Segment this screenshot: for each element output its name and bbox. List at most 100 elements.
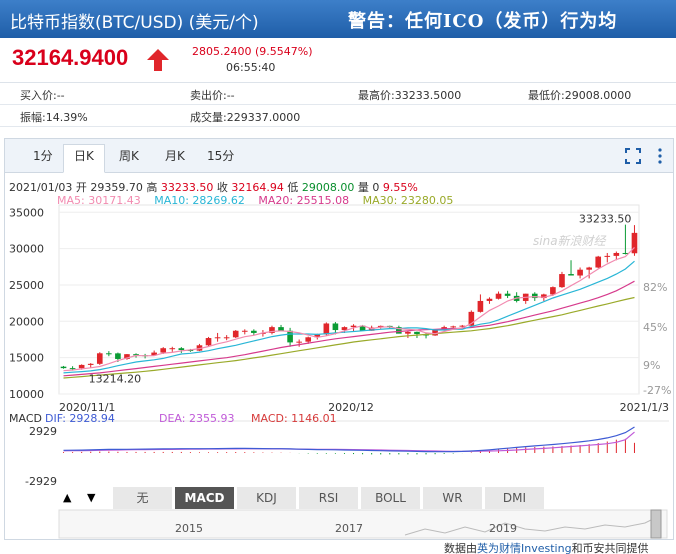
max-price-label: 33233.50 xyxy=(579,213,632,226)
sell-price: 卖出价:-- xyxy=(190,89,235,102)
pct-tick-label: 82% xyxy=(643,281,667,294)
high-price: 最高价:33233.5000 xyxy=(358,89,462,102)
candle-body xyxy=(414,331,420,335)
candle xyxy=(595,255,602,269)
candle xyxy=(504,290,511,299)
macd-label: MACD xyxy=(9,412,42,425)
candle xyxy=(269,325,275,335)
next-button[interactable]: ▼ xyxy=(87,491,95,504)
candle-body xyxy=(241,330,248,332)
candle xyxy=(87,363,94,368)
candle-body xyxy=(287,330,293,343)
candle xyxy=(278,324,284,331)
nav-year: 2015 xyxy=(175,522,203,535)
instrument-title: 比特币指数(BTC/USD) (美元/个) xyxy=(10,13,259,33)
candle-body xyxy=(305,337,312,342)
stats-table: 买入价:-- 卖出价:-- 最高价:33233.5000 最低价:29008.0… xyxy=(0,82,676,128)
tab-wr[interactable]: WR xyxy=(423,487,483,509)
candle xyxy=(568,260,574,276)
candle-body xyxy=(559,274,565,288)
candle-body xyxy=(405,331,411,334)
credit-suffix: 和币安共同提供 xyxy=(571,542,649,554)
candle-body xyxy=(106,353,112,355)
candle-body xyxy=(613,252,620,256)
candle xyxy=(60,365,67,369)
candle-body xyxy=(205,338,212,346)
candle xyxy=(232,330,239,339)
candle-body xyxy=(169,348,176,350)
macd-tick-label: 2929 xyxy=(29,425,57,438)
pct-axis: 82% 45% 9% -27% xyxy=(643,281,671,397)
min-price-label: 13214.20 xyxy=(89,373,142,386)
stats-row: 振幅:14.39% 成交量:229337.0000 xyxy=(0,105,676,127)
price-bar: 32164.9400 2805.2400 (9.5547%) 06:55:40 xyxy=(0,38,676,82)
candle xyxy=(577,267,583,279)
pct-tick-label: 45% xyxy=(643,321,667,334)
y-tick-label: 10000 xyxy=(9,388,44,401)
tab-rsi[interactable]: RSI xyxy=(299,487,359,509)
stats-row: 买入价:-- 卖出价:-- 最高价:33233.5000 最低价:29008.0… xyxy=(0,83,676,105)
candle xyxy=(241,329,248,335)
dif-legend: DIF: 2928.94 xyxy=(45,412,115,425)
tab-dmi[interactable]: DMI xyxy=(485,487,545,509)
candle xyxy=(631,225,638,256)
candle xyxy=(495,291,502,300)
candle xyxy=(296,339,302,347)
candle-body xyxy=(568,274,574,276)
candle-body xyxy=(115,353,121,359)
tab-none[interactable]: 无 xyxy=(113,487,173,509)
x-tick-label: 2021/1/3 xyxy=(620,401,669,414)
candle-body xyxy=(296,341,302,343)
ma20-line xyxy=(63,280,635,377)
x-axis: 2020/11/1 2020/12 2021/1/3 xyxy=(59,401,669,414)
title-bar: 比特币指数(BTC/USD) (美元/个) 警告：任何ICO（发币）行为均 xyxy=(0,0,676,38)
candle xyxy=(178,347,185,353)
candle-body xyxy=(96,353,103,364)
candle-body xyxy=(531,293,538,299)
candle-body xyxy=(495,293,502,299)
volume: 成交量:229337.0000 xyxy=(190,111,301,124)
prev-button[interactable]: ▲ xyxy=(63,491,71,504)
ma-lines xyxy=(63,246,635,379)
macd-value-legend: MACD: 1146.01 xyxy=(251,412,337,425)
dea-legend: DEA: 2355.93 xyxy=(159,412,234,425)
candle-body xyxy=(486,298,493,301)
candle-body xyxy=(214,337,221,339)
macd-tick-label: -2929 xyxy=(25,475,57,488)
candle-body xyxy=(604,255,611,257)
price-change: 2805.2400 (9.5547%) xyxy=(192,45,313,58)
y-tick-label: 35000 xyxy=(9,206,44,219)
candle-body xyxy=(323,323,330,335)
candle xyxy=(405,330,411,339)
amplitude: 振幅:14.39% xyxy=(20,111,88,124)
y-axis: 10000 15000 20000 25000 30000 35000 xyxy=(9,206,44,401)
tab-boll[interactable]: BOLL xyxy=(361,487,421,509)
y-tick-label: 30000 xyxy=(9,243,44,256)
candle-body xyxy=(69,368,76,370)
candle xyxy=(169,346,176,352)
candle-body xyxy=(332,323,339,331)
y-tick-label: 25000 xyxy=(9,279,44,292)
candle-body xyxy=(586,267,592,270)
candle-body xyxy=(477,300,484,312)
range-navigator[interactable] xyxy=(58,509,668,539)
navigator-handle[interactable] xyxy=(650,509,662,539)
candle xyxy=(196,343,203,352)
candle xyxy=(106,351,112,357)
low-price: 最低价:29008.0000 xyxy=(528,89,632,102)
pct-tick-label: 9% xyxy=(643,359,660,372)
tab-kdj[interactable]: KDJ xyxy=(237,487,297,509)
candle xyxy=(205,336,212,347)
kline-chart[interactable]: sina新浪财经 100001500020000250003000035000 … xyxy=(5,139,673,539)
nav-year: 2017 xyxy=(335,522,363,535)
candle-body xyxy=(223,337,230,339)
data-credit: 数据由英为财情Investing和币安共同提供 xyxy=(444,540,649,554)
credit-prefix: 数据由 xyxy=(444,542,477,554)
candle-body xyxy=(178,348,185,351)
up-arrow-icon xyxy=(147,49,169,71)
candle-body xyxy=(595,256,602,268)
ma5-line xyxy=(63,246,635,372)
candle-body xyxy=(450,326,457,328)
credit-provider[interactable]: 英为财情Investing xyxy=(477,542,572,554)
tab-macd[interactable]: MACD xyxy=(175,487,235,509)
